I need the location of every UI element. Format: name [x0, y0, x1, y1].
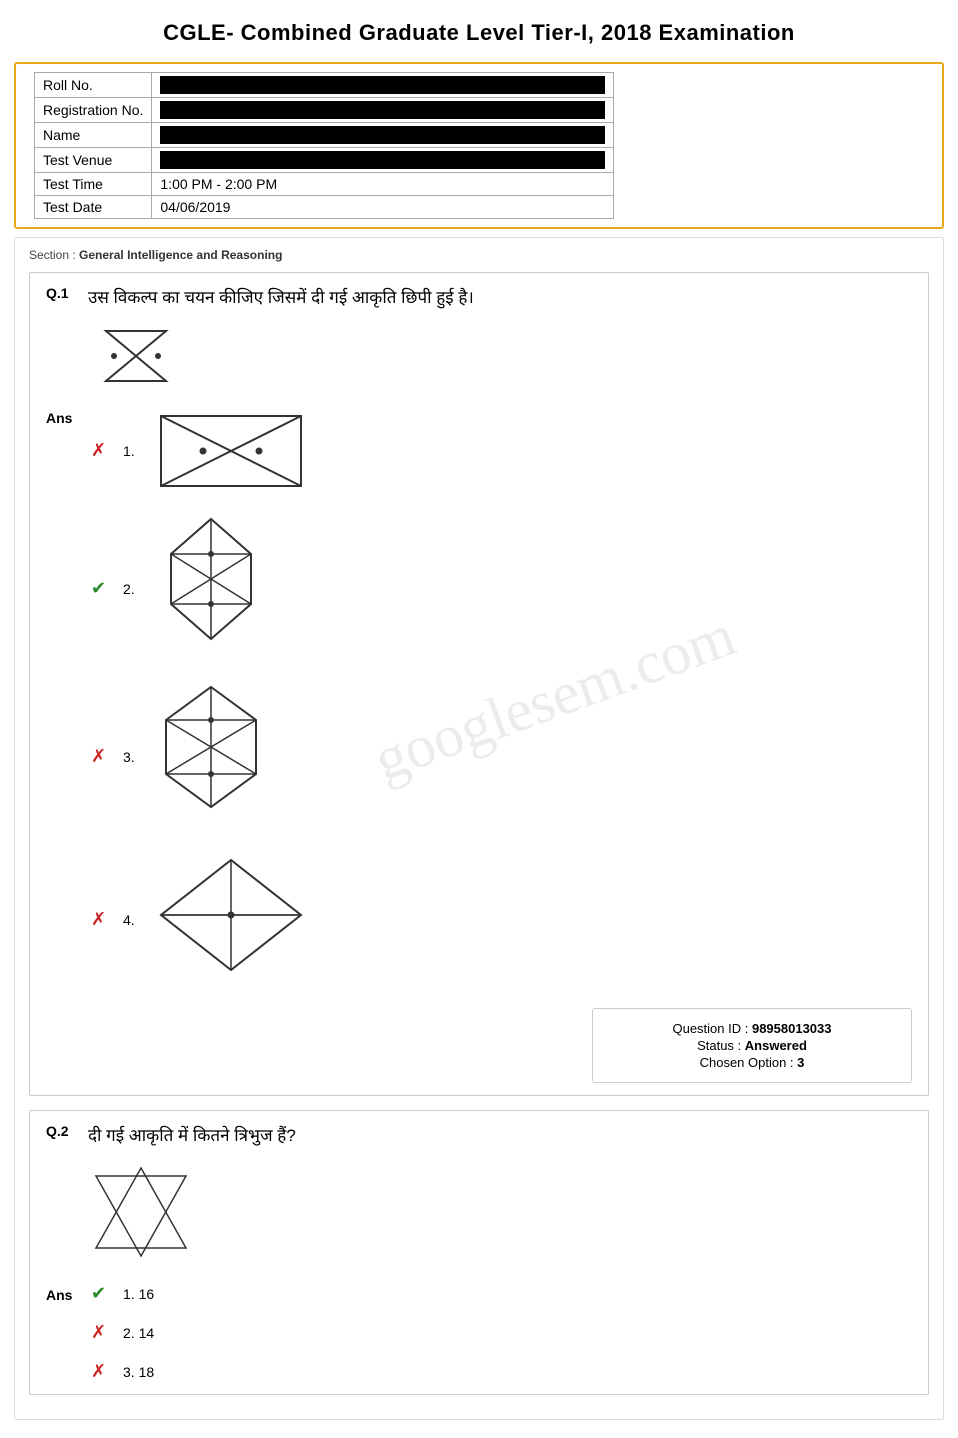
q2-answers: Ans ✔ 1. 16 ✗ 2. 14 ✗ 3. 18: [46, 1283, 912, 1382]
q1-text: उस विकल्प का चयन कीजिए जिसमें दी गई आकृत…: [88, 285, 474, 311]
table-row: Test Venue: [35, 148, 614, 173]
question-2: Q.2 दी गई आकृति में कितने त्रिभुज हैं? A…: [29, 1110, 929, 1396]
q1-opt2-num: 2.: [123, 581, 141, 597]
q1-option-4: ✗ 4.: [91, 850, 311, 990]
q1-opt4-num: 4.: [123, 912, 141, 928]
q2-opt1-icon: ✔: [91, 1283, 113, 1304]
q1-opt3-num: 3.: [123, 749, 141, 765]
q1-option-1: ✗ 1.: [91, 406, 311, 496]
q2-opt3-icon: ✗: [91, 1361, 113, 1382]
ans-label-2: Ans: [46, 1283, 81, 1303]
table-row: Test Date 04/06/2019: [35, 196, 614, 219]
q1-opt1-icon: ✗: [91, 440, 113, 461]
question-id-box: Question ID : 98958013033 Status : Answe…: [592, 1008, 912, 1083]
q1-opt4-icon: ✗: [91, 909, 113, 930]
status-row: Status : Answered: [613, 1038, 891, 1053]
q1-opt2-icon: ✔: [91, 578, 113, 599]
question-1: googlesem.com Q.1 उस विकल्प का चयन कीजिए…: [29, 272, 929, 1096]
name-label: Name: [35, 123, 152, 148]
q2-opt3-num: 3. 18: [123, 1364, 154, 1380]
table-row: Registration No.: [35, 98, 614, 123]
q2-opt2-icon: ✗: [91, 1322, 113, 1343]
q1-number: Q.1: [46, 285, 78, 301]
q1-figure: [86, 321, 912, 396]
time-label: Test Time: [35, 173, 152, 196]
question-id-value: 98958013033: [752, 1021, 832, 1036]
q2-number: Q.2: [46, 1123, 78, 1139]
section-name: General Intelligence and Reasoning: [79, 248, 282, 262]
q1-opt3-icon: ✗: [91, 746, 113, 767]
q1-opt1-num: 1.: [123, 443, 141, 459]
roll-no-value: [152, 73, 614, 98]
q1-option-3: ✗ 3.: [91, 682, 311, 832]
section-header: Section : General Intelligence and Reaso…: [29, 248, 929, 262]
q2-option-2: ✗ 2. 14: [91, 1322, 154, 1343]
table-row: Roll No.: [35, 73, 614, 98]
venue-label: Test Venue: [35, 148, 152, 173]
time-value: 1:00 PM - 2:00 PM: [152, 173, 614, 196]
table-row: Test Time 1:00 PM - 2:00 PM: [35, 173, 614, 196]
section-label: Section :: [29, 248, 76, 262]
q2-option-3: ✗ 3. 18: [91, 1361, 154, 1382]
q1-options-list: ✗ 1. ✔: [91, 406, 311, 990]
q1-option-2: ✔ 2.: [91, 514, 311, 664]
status-value: Answered: [745, 1038, 807, 1053]
venue-value: [152, 148, 614, 173]
qid-row: Question ID : 98958013033: [613, 1021, 891, 1036]
reg-no-label: Registration No.: [35, 98, 152, 123]
q2-opt1-num: 1. 16: [123, 1286, 154, 1302]
table-row: Name: [35, 123, 614, 148]
chosen-option-row: Chosen Option : 3: [613, 1055, 891, 1070]
q2-options-list: ✔ 1. 16 ✗ 2. 14 ✗ 3. 18: [91, 1283, 154, 1382]
q1-answers: Ans ✗ 1.: [46, 406, 912, 990]
date-value: 04/06/2019: [152, 196, 614, 219]
q2-text: दी गई आकृति में कितने त्रिभुज हैं?: [88, 1123, 296, 1149]
chosen-option-value: 3: [797, 1055, 804, 1070]
q2-opt2-num: 2. 14: [123, 1325, 154, 1341]
q2-option-1: ✔ 1. 16: [91, 1283, 154, 1304]
name-value: [152, 123, 614, 148]
reg-no-value: [152, 98, 614, 123]
roll-no-label: Roll No.: [35, 73, 152, 98]
main-title: CGLE- Combined Graduate Level Tier-I, 20…: [10, 10, 948, 54]
info-table: Roll No. Registration No. Name Test Venu…: [34, 72, 614, 219]
q2-figure: [86, 1158, 912, 1273]
ans-label-1: Ans: [46, 406, 81, 426]
date-label: Test Date: [35, 196, 152, 219]
